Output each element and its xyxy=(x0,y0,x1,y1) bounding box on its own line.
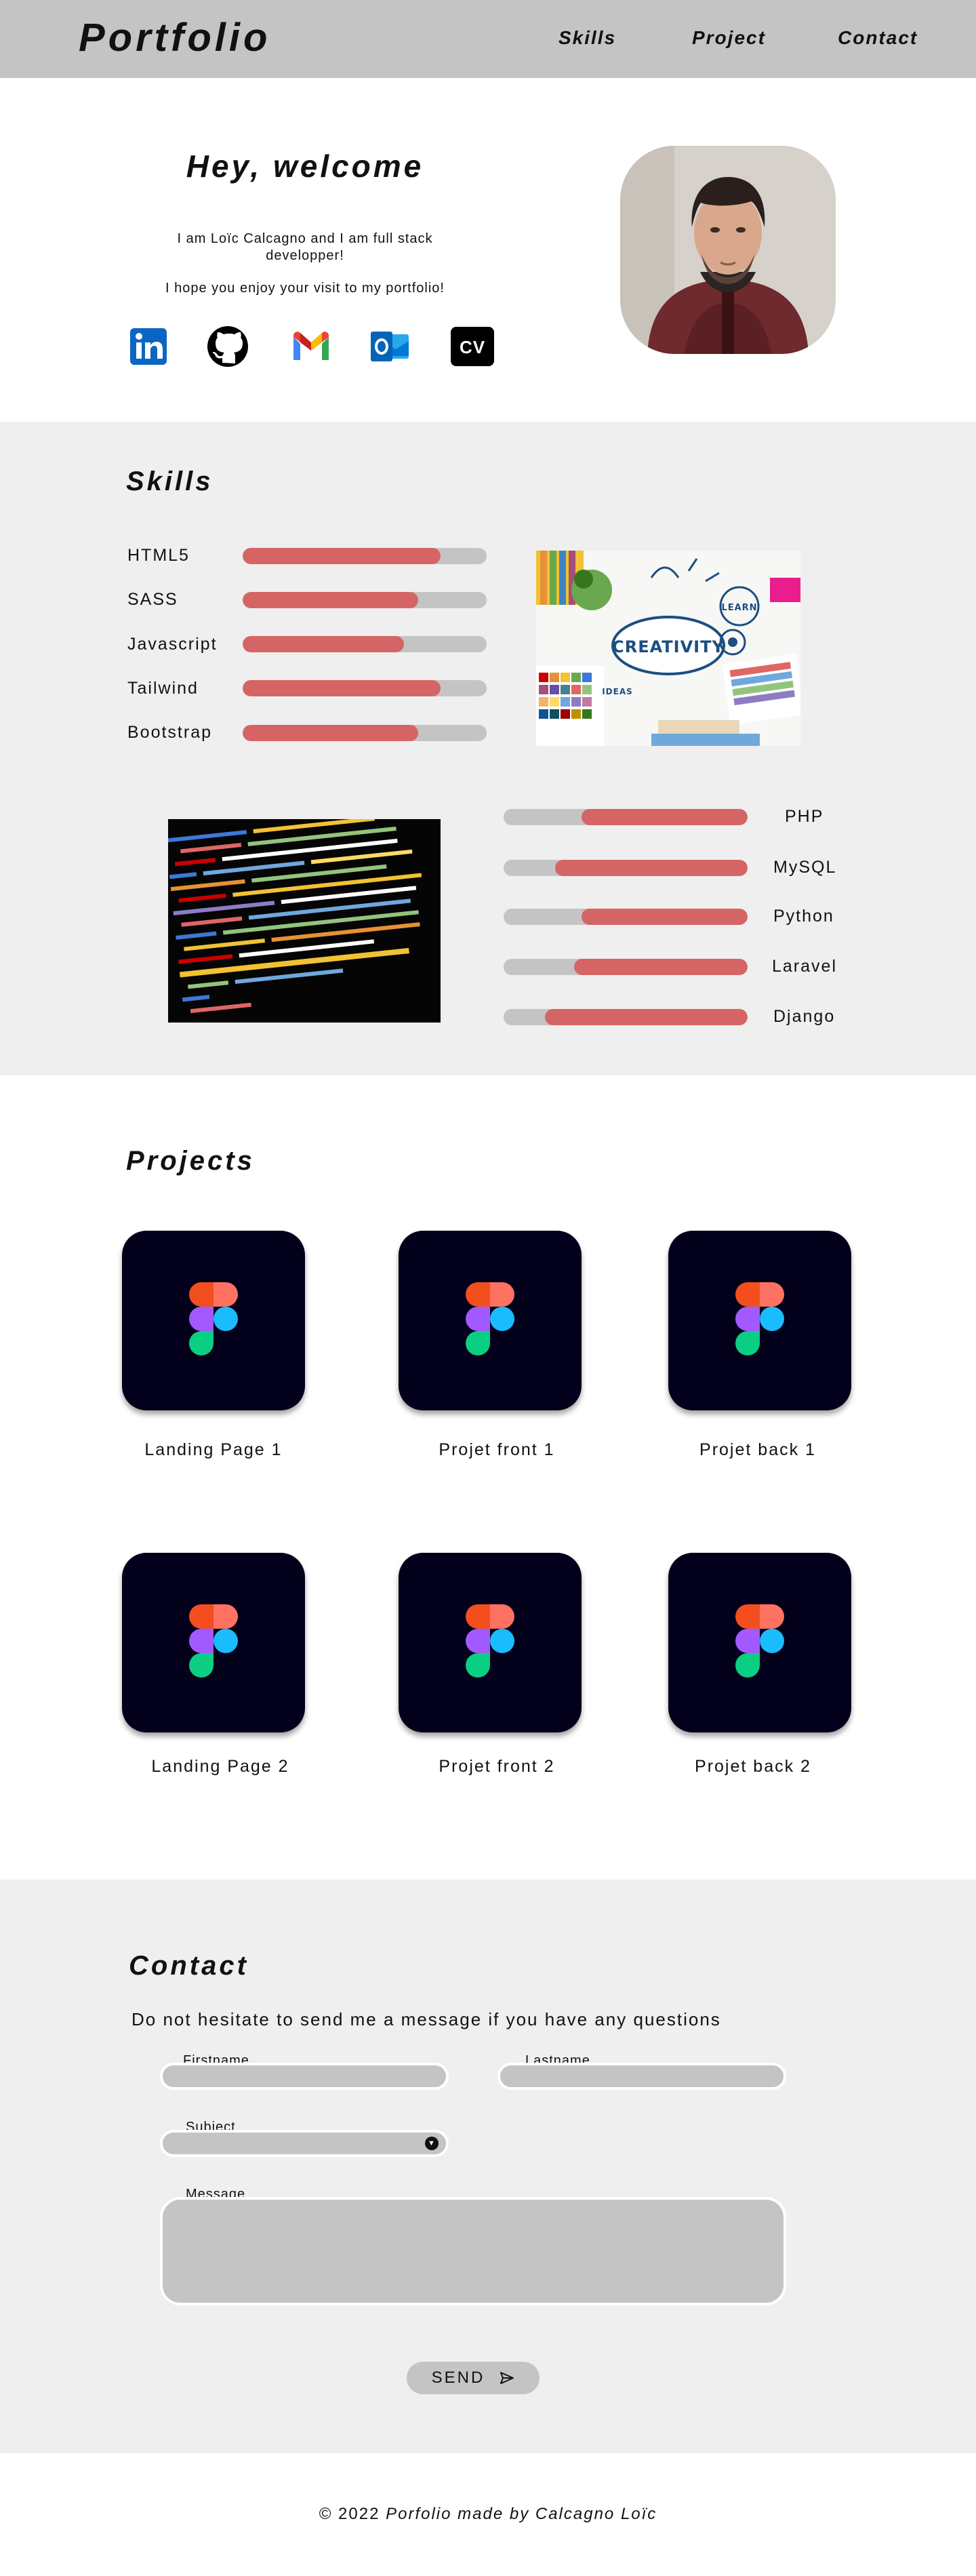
figma-icon xyxy=(735,1604,784,1681)
skill-bar-fill xyxy=(574,959,748,975)
skills-section xyxy=(0,422,976,1075)
hero-intro: I am Loïc Calcagno and I am full stack d… xyxy=(177,231,433,263)
project-card[interactable] xyxy=(668,1553,851,1732)
skill-label: MySQL xyxy=(773,858,837,877)
skill-bar-track xyxy=(504,860,748,876)
skill-bar-fill xyxy=(243,680,441,696)
ideas-word: IDEAS xyxy=(602,687,633,696)
linkedin-icon[interactable] xyxy=(126,324,171,369)
skill-bar-fill xyxy=(243,592,418,608)
nav-link-contact[interactable]: Contact xyxy=(838,27,918,49)
cv-icon-label: CV xyxy=(460,337,485,357)
header: Portfolio Skills Project Contact xyxy=(0,0,976,78)
footer-credit: Porfolio made by Calcagno Loïc xyxy=(386,2505,657,2523)
projects-title: Projects xyxy=(126,1146,255,1176)
project-label: Projet back 2 xyxy=(695,1757,811,1776)
creativity-word: CREATIVITY xyxy=(612,637,725,656)
skill-label: SASS xyxy=(127,590,178,609)
skill-bar-track xyxy=(504,1009,748,1025)
skill-bar-fill xyxy=(545,1009,748,1025)
skill-bar-track xyxy=(243,636,487,652)
skill-bar-fill xyxy=(243,636,404,652)
skill-label: Django xyxy=(773,1007,836,1026)
figma-icon xyxy=(189,1604,238,1681)
hero-wish: I hope you enjoy your visit to my portfo… xyxy=(165,281,445,296)
project-label: Projet back 1 xyxy=(699,1440,816,1459)
firstname-field[interactable] xyxy=(160,2063,449,2090)
skill-bar-track xyxy=(243,548,487,564)
project-card[interactable] xyxy=(399,1553,582,1732)
lastname-field[interactable] xyxy=(497,2063,786,2090)
nav-link-skills[interactable]: Skills xyxy=(558,27,616,49)
project-card[interactable] xyxy=(122,1231,305,1410)
figma-icon xyxy=(735,1282,784,1359)
cv-icon[interactable]: CV xyxy=(450,324,495,369)
skill-bar-track xyxy=(504,809,748,825)
skill-label: PHP xyxy=(785,807,824,826)
skill-label: Bootstrap xyxy=(127,723,213,742)
page: Portfolio Skills Project Contact Hey, we… xyxy=(0,0,976,2576)
skill-label: Laravel xyxy=(772,957,837,976)
skill-bar-fill xyxy=(582,909,748,925)
send-icon xyxy=(500,2372,514,2384)
project-label: Projet front 2 xyxy=(439,1757,555,1776)
figma-icon xyxy=(466,1604,514,1681)
message-field[interactable] xyxy=(160,2197,786,2305)
figma-icon xyxy=(189,1282,238,1359)
subject-select[interactable] xyxy=(160,2130,449,2157)
skills-title: Skills xyxy=(126,467,214,496)
project-label: Landing Page 1 xyxy=(144,1440,283,1459)
skill-bar-track xyxy=(243,680,487,696)
project-card[interactable] xyxy=(668,1231,851,1410)
hero-title: Hey, welcome xyxy=(186,148,424,184)
project-card[interactable] xyxy=(399,1231,582,1410)
skill-bar-track xyxy=(504,909,748,925)
outlook-icon[interactable] xyxy=(367,324,412,369)
skill-bar-fill xyxy=(582,809,748,825)
avatar xyxy=(620,146,836,354)
code-image xyxy=(168,819,441,1023)
figma-icon xyxy=(466,1282,514,1359)
project-card[interactable] xyxy=(122,1553,305,1732)
skill-label: Tailwind xyxy=(127,679,199,698)
learn-word: LEARN xyxy=(721,603,757,613)
skill-bar-track xyxy=(504,959,748,975)
skill-bar-fill xyxy=(555,860,748,876)
gmail-icon[interactable] xyxy=(289,324,333,369)
project-label: Projet front 1 xyxy=(439,1440,555,1459)
contact-text: Do not hesitate to send me a message if … xyxy=(131,2009,721,2029)
footer-copyright: © 2022 xyxy=(319,2505,380,2523)
skill-bar-fill xyxy=(243,548,441,564)
logo[interactable]: Portfolio xyxy=(79,15,270,60)
skill-label: HTML5 xyxy=(127,546,190,565)
nav-link-project[interactable]: Project xyxy=(692,27,766,49)
skill-label: Python xyxy=(773,907,834,926)
creativity-image: CREATIVITY LEARN IDEAS xyxy=(536,551,800,746)
skill-label: Javascript xyxy=(127,635,218,654)
contact-title: Contact xyxy=(129,1951,249,1981)
footer: © 2022 Porfolio made by Calcagno Loïc xyxy=(0,2505,976,2524)
send-label: SEND xyxy=(431,2369,485,2387)
skill-bar-track xyxy=(243,592,487,608)
skill-bar-fill xyxy=(243,725,418,741)
project-label: Landing Page 2 xyxy=(151,1757,289,1776)
send-button[interactable]: SEND xyxy=(407,2362,540,2394)
github-icon[interactable] xyxy=(205,324,250,369)
skill-bar-track xyxy=(243,725,487,741)
